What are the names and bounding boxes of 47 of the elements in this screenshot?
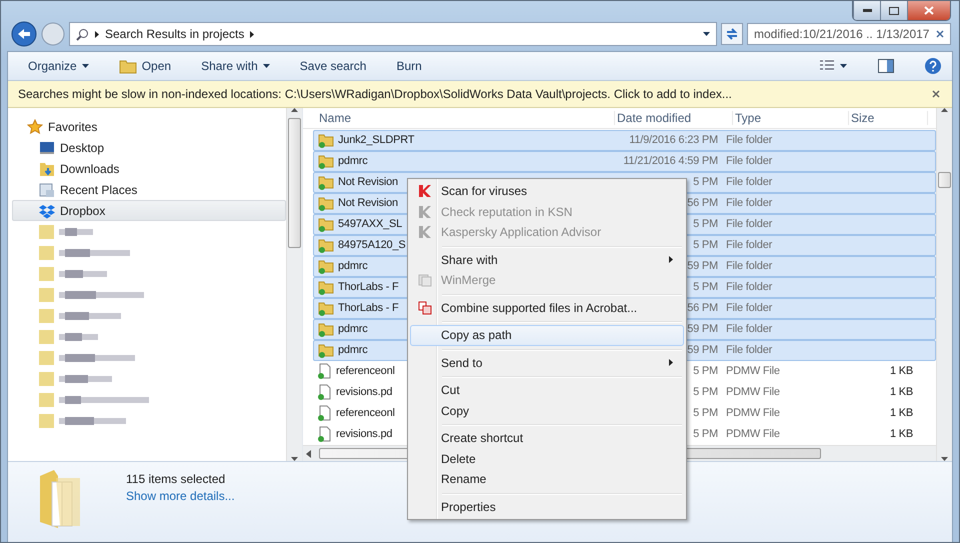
date-cell: 56 PM: [687, 197, 718, 210]
file-name: pdmrc: [338, 323, 368, 336]
type-cell: File folder: [726, 260, 772, 272]
type-cell: File folder: [726, 302, 772, 314]
type-cell: PDMW File: [726, 407, 780, 420]
size-cell: 1 KB: [890, 386, 913, 398]
date-cell: 5 PM: [693, 386, 718, 398]
type-cell: PDMW File: [726, 386, 780, 398]
file-name: 84975A120_S: [338, 239, 406, 252]
type-cell: File folder: [726, 239, 772, 252]
type-cell: PDMW File: [726, 428, 780, 440]
file-name: Not Revision: [338, 176, 398, 188]
size-cell: 1 KB: [890, 428, 913, 440]
file-name: ThorLabs - F: [338, 302, 399, 314]
size-cell: 1 KB: [890, 365, 913, 378]
date-cell: 11/21/2016 4:59 PM: [623, 155, 718, 168]
type-cell: File folder: [726, 176, 772, 188]
date-cell: 5 PM: [693, 239, 718, 252]
file-name: Not Revision: [338, 197, 398, 210]
date-cell: 5 PM: [693, 281, 718, 294]
date-cell: 59 PM: [687, 323, 718, 336]
type-cell: File folder: [726, 323, 772, 336]
selection-count: 115 items selected: [126, 472, 226, 486]
date-cell: 5 PM: [693, 428, 718, 440]
type-cell: File folder: [726, 134, 772, 146]
date-cell: 5 PM: [693, 176, 718, 188]
file-name: Junk2_SLDPRT: [338, 134, 414, 146]
type-cell: File folder: [726, 155, 772, 168]
file-name: 5497AXX_SL: [338, 218, 402, 230]
date-cell: 5 PM: [693, 365, 718, 378]
type-cell: File folder: [726, 218, 772, 230]
date-cell: 59 PM: [687, 260, 718, 272]
type-cell: File folder: [726, 344, 772, 356]
date-cell: 5 PM: [693, 407, 718, 420]
type-cell: File folder: [726, 197, 772, 210]
file-name: ThorLabs - F: [338, 281, 399, 294]
info-message: Searches might be slow in non-indexed locations: C:\Users\WRadigan\Dropbox\SolidWorks Data Vault\projects. Click to add to index...: [18, 87, 732, 101]
type-cell: File folder: [726, 281, 772, 294]
type-cell: PDMW File: [726, 365, 780, 378]
date-cell: 5 PM: [693, 218, 718, 230]
size-cell: 1 KB: [890, 407, 913, 420]
file-name: pdmrc: [338, 344, 368, 356]
file-name: pdmrc: [338, 260, 368, 272]
file-name: pdmrc: [338, 155, 368, 168]
date-cell: 11/9/2016 6:23 PM: [629, 134, 718, 146]
date-cell: 56 PM: [687, 302, 718, 314]
date-cell: 59 PM: [687, 344, 718, 356]
